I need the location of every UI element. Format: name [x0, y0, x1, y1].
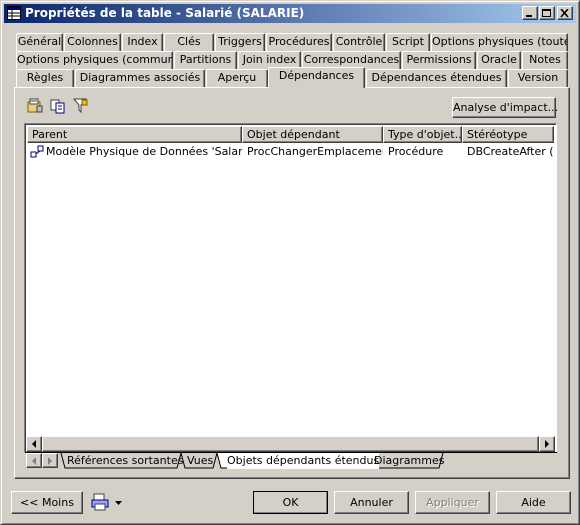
tab-dependances[interactable]: Dépendances: [268, 67, 365, 88]
tab-label: Colonnes: [67, 35, 118, 48]
title-bar[interactable]: Propriétés de la table - Salarié (SALARI…: [4, 4, 576, 23]
tab-label: Partitions: [179, 53, 232, 66]
tab-label: Diagrammes associés: [79, 71, 201, 84]
close-icon: [560, 9, 569, 18]
ok-button[interactable]: OK: [253, 491, 328, 514]
print-dropdown[interactable]: [91, 493, 125, 513]
cancel-label: Annuler: [350, 496, 393, 509]
tab-label: Clés: [177, 35, 201, 48]
tab-label: Script: [392, 35, 424, 48]
tab-general[interactable]: Général: [16, 33, 63, 51]
tab-diagrammes-associes[interactable]: Diagrammes associés: [75, 69, 205, 87]
tab-permissions[interactable]: Permissions: [402, 51, 476, 69]
tab-oracle[interactable]: Oracle: [477, 51, 521, 69]
tab-partitions[interactable]: Partitions: [174, 51, 237, 69]
minimize-icon: [526, 15, 532, 17]
tab-options-physiques-communes[interactable]: Options physiques (communes): [16, 51, 173, 69]
maximize-button[interactable]: [539, 6, 555, 20]
chevron-down-icon: [115, 501, 122, 505]
tab-dependances-etendues[interactable]: Dépendances étendues: [366, 69, 507, 87]
tab-triggers[interactable]: Triggers: [215, 33, 265, 51]
tab-label: Correspondances: [303, 53, 400, 66]
tab-label: Dépendances étendues: [371, 71, 502, 84]
ok-label: OK: [282, 496, 299, 509]
tab-label: Index: [127, 35, 158, 48]
print-icon: [91, 493, 109, 511]
tab-colonnes[interactable]: Colonnes: [64, 33, 121, 51]
tab-label: Règles: [26, 71, 64, 84]
apply-button[interactable]: Appliquer: [415, 491, 490, 514]
tab-label: Oracle: [481, 53, 517, 66]
tab-panel: [14, 87, 570, 479]
tab-controle[interactable]: Contrôle: [333, 33, 385, 51]
window-title: Propriétés de la table - Salarié (SALARI…: [25, 6, 305, 20]
tab-label: Procédures: [268, 35, 330, 48]
tab-label: Options physiques (communes): [17, 53, 172, 66]
less-button[interactable]: << Moins: [11, 491, 83, 514]
maximize-icon: [542, 9, 551, 17]
tab-label: Général: [17, 35, 62, 48]
tab-version[interactable]: Version: [508, 69, 568, 87]
cancel-button[interactable]: Annuler: [334, 491, 409, 514]
minimize-button[interactable]: [522, 6, 538, 20]
tab-label: Aperçu: [217, 71, 257, 84]
tab-label: Dépendances: [278, 69, 355, 82]
table-icon: [7, 6, 21, 20]
tab-index[interactable]: Index: [122, 33, 163, 51]
tab-label: Join index: [242, 53, 297, 66]
tab-cles[interactable]: Clés: [164, 33, 214, 51]
tab-label: Contrôle: [335, 35, 383, 48]
tab-label: Version: [517, 71, 559, 84]
close-button[interactable]: [557, 6, 573, 20]
help-label: Aide: [521, 496, 546, 509]
tab-label: Triggers: [218, 35, 262, 48]
help-button[interactable]: Aide: [496, 491, 571, 514]
less-label: << Moins: [20, 496, 74, 509]
properties-dialog: Propriétés de la table - Salarié (SALARI…: [0, 0, 580, 525]
tab-options-physiques-toutes[interactable]: Options physiques (toutes): [431, 33, 568, 51]
tab-regles[interactable]: Règles: [16, 69, 74, 87]
tab-procedures[interactable]: Procédures: [266, 33, 332, 51]
tab-label: Permissions: [406, 53, 472, 66]
tab-apercu[interactable]: Aperçu: [206, 69, 268, 87]
tab-label: Options physiques (toutes): [432, 35, 568, 48]
tab-script[interactable]: Script: [386, 33, 430, 51]
tab-label: Notes: [529, 53, 561, 66]
apply-label: Appliquer: [426, 496, 479, 509]
tab-notes[interactable]: Notes: [522, 51, 568, 69]
